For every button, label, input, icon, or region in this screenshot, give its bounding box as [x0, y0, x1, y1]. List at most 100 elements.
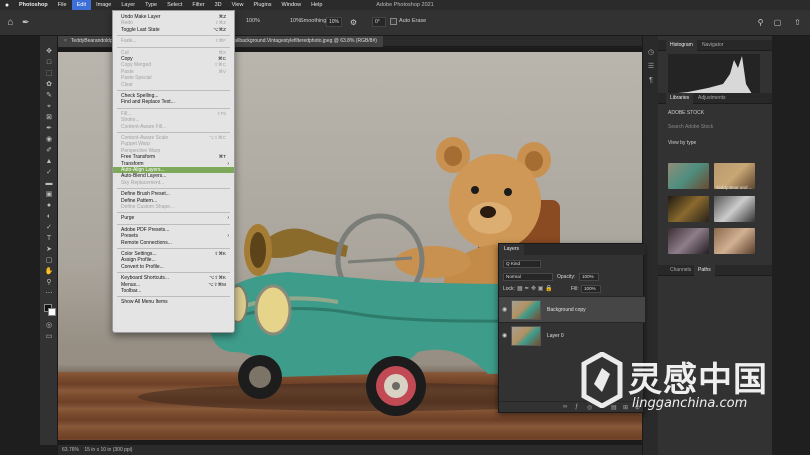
- menu-type[interactable]: Type: [140, 0, 162, 10]
- history-brush-icon[interactable]: ✓: [43, 168, 55, 178]
- view-by-dropdown[interactable]: View by type: [668, 140, 696, 146]
- menu-image[interactable]: Image: [91, 0, 116, 10]
- edit-menu-item[interactable]: Find and Replace Text...: [113, 99, 234, 105]
- healing-tool-icon[interactable]: ◉: [43, 135, 55, 145]
- properties-panel-icon[interactable]: ☰: [646, 62, 656, 72]
- pen-tool-icon[interactable]: ✓: [43, 223, 55, 233]
- home-icon[interactable]: ⌂: [4, 16, 17, 29]
- screen-mode-icon[interactable]: ▭: [43, 332, 55, 342]
- eraser-tool-icon[interactable]: ▬: [43, 179, 55, 189]
- gear-icon[interactable]: ⚙: [348, 17, 359, 28]
- menu-separator: [117, 90, 230, 91]
- document-size[interactable]: 15 in x 10 in (300 ppi): [84, 447, 132, 453]
- layer-row-layer-0[interactable]: ◉ Layer 0: [499, 322, 645, 348]
- tab-adjustments[interactable]: Adjustments: [694, 93, 730, 104]
- angle-field[interactable]: 0°: [372, 17, 386, 27]
- gradient-tool-icon[interactable]: ▣: [43, 190, 55, 200]
- eyedropper-tool-icon[interactable]: ✒: [43, 124, 55, 134]
- edit-menu-item[interactable]: Clear: [113, 82, 234, 88]
- visibility-eye-icon[interactable]: ◉: [502, 306, 507, 313]
- menu-3d[interactable]: 3D: [210, 0, 227, 10]
- layers-panel-title[interactable]: Layers: [499, 244, 525, 255]
- more-tools-icon[interactable]: ⋯: [43, 289, 55, 299]
- stock-thumb-5[interactable]: [668, 228, 709, 254]
- edit-menu-item[interactable]: Sky Replacement...: [113, 180, 234, 186]
- brush-tool-side-icon[interactable]: ✐: [43, 146, 55, 156]
- move-tool-icon[interactable]: ✥: [43, 47, 55, 57]
- edit-menu-item[interactable]: Convert to Profile...: [113, 264, 234, 270]
- menu-plugins[interactable]: Plugins: [248, 0, 276, 10]
- edit-menu-item[interactable]: Toggle Last State ⌥⌘Z: [113, 27, 234, 33]
- stamp-tool-icon[interactable]: ▲: [43, 157, 55, 167]
- stock-thumb-6[interactable]: [714, 228, 755, 254]
- dodge-tool-icon[interactable]: ◐: [43, 212, 55, 222]
- crop-tool-icon[interactable]: ⌖: [43, 102, 55, 112]
- tab-histogram[interactable]: Histogram: [666, 40, 697, 51]
- type-tool-icon[interactable]: T: [43, 234, 55, 244]
- zoom-tool-icon[interactable]: ⚲: [43, 278, 55, 288]
- library-name[interactable]: ADOBE STOCK: [668, 110, 704, 116]
- visibility-eye-icon[interactable]: ◉: [502, 332, 507, 339]
- frame-tool-icon[interactable]: ⊠: [43, 113, 55, 123]
- menu-layer[interactable]: Layer: [116, 0, 140, 10]
- menu-select[interactable]: Select: [162, 0, 187, 10]
- path-select-tool-icon[interactable]: ➤: [43, 245, 55, 255]
- tab-navigator[interactable]: Navigator: [698, 40, 727, 51]
- brush-tool-icon[interactable]: ✒: [22, 16, 36, 29]
- lasso-tool-icon[interactable]: ✿: [43, 80, 55, 90]
- tab-paths[interactable]: Paths: [694, 265, 715, 276]
- edit-menu-item[interactable]: Remote Connections...: [113, 240, 234, 246]
- layer-row-background-copy[interactable]: ◉ Background copy: [499, 296, 645, 322]
- menu-file[interactable]: File: [53, 0, 72, 10]
- search-icon[interactable]: ⚲: [755, 17, 766, 28]
- edit-menu-item[interactable]: Show All Menu Items: [113, 299, 234, 305]
- close-icon[interactable]: ×: [64, 38, 67, 44]
- menu-separator: [117, 272, 230, 274]
- hand-tool-icon[interactable]: ✋: [43, 267, 55, 277]
- lock-icons[interactable]: ▦ ✒ ✥ ▣ 🔒: [517, 285, 577, 292]
- menu-window[interactable]: Window: [277, 0, 307, 10]
- tools-panel: ✥ □ ⬚ ✿ ✎ ⌖ ⊠ ✒ ◉ ✐ ▲ ✓ ▬ ▣ ● ◐ ✓ T ➤ ▢ …: [40, 36, 58, 445]
- quick-mask-icon[interactable]: ◎: [43, 321, 55, 331]
- edit-menu-item[interactable]: Content-Aware Fill...: [113, 124, 234, 130]
- history-panel-icon[interactable]: ◷: [646, 48, 656, 58]
- menu-edit[interactable]: Edit: [71, 0, 92, 10]
- layer-filter-kind[interactable]: Q Kind: [503, 260, 541, 268]
- menu-view[interactable]: View: [227, 0, 249, 10]
- artboard-tool-icon[interactable]: □: [43, 58, 55, 68]
- menu-help[interactable]: Help: [306, 0, 327, 10]
- fx-icon[interactable]: ƒ: [575, 404, 578, 410]
- share-icon[interactable]: ⇧: [792, 17, 803, 28]
- menu-photoshop[interactable]: Photoshop: [14, 0, 53, 10]
- apple-icon[interactable]: ●: [0, 2, 14, 9]
- menu-filter[interactable]: Filter: [187, 0, 209, 10]
- smoothing-field[interactable]: 10%: [326, 17, 342, 27]
- edit-menu-item[interactable]: Define Custom Shape...: [113, 204, 234, 210]
- menu-separator: [117, 107, 230, 109]
- stock-thumb-1[interactable]: [668, 163, 709, 189]
- layer-name[interactable]: Layer 0: [547, 333, 564, 339]
- link-layers-icon[interactable]: ∞: [563, 404, 567, 410]
- edit-menu-item[interactable]: Toolbar...: [113, 288, 234, 294]
- shape-tool-icon[interactable]: ▢: [43, 256, 55, 266]
- workspace-icon[interactable]: ▢: [772, 17, 783, 28]
- fill-field[interactable]: 100%: [581, 285, 601, 293]
- edit-menu-item[interactable]: Fade... ⇧⌘F: [113, 38, 234, 44]
- auto-erase-checkbox[interactable]: [390, 18, 397, 25]
- layer-name[interactable]: Background copy: [547, 307, 586, 313]
- stock-thumb-3[interactable]: [668, 196, 709, 222]
- marquee-tool-icon[interactable]: ⬚: [43, 69, 55, 79]
- blur-tool-icon[interactable]: ●: [43, 201, 55, 211]
- blend-mode-dropdown[interactable]: Normal: [503, 273, 553, 281]
- edit-menu-item[interactable]: Purge ›: [113, 215, 234, 221]
- opacity-value[interactable]: 100%: [246, 18, 260, 24]
- background-color-swatch[interactable]: [48, 308, 56, 316]
- stock-thumb-4[interactable]: [714, 196, 755, 222]
- quick-select-tool-icon[interactable]: ✎: [43, 91, 55, 101]
- tab-libraries[interactable]: Libraries: [666, 93, 694, 104]
- opacity-field[interactable]: 100%: [579, 273, 599, 281]
- paragraph-panel-icon[interactable]: ¶: [646, 76, 656, 86]
- stock-search-input[interactable]: Search Adobe Stock: [668, 124, 713, 130]
- zoom-level[interactable]: 63.76%: [62, 447, 79, 453]
- tab-channels[interactable]: Channels: [666, 265, 695, 276]
